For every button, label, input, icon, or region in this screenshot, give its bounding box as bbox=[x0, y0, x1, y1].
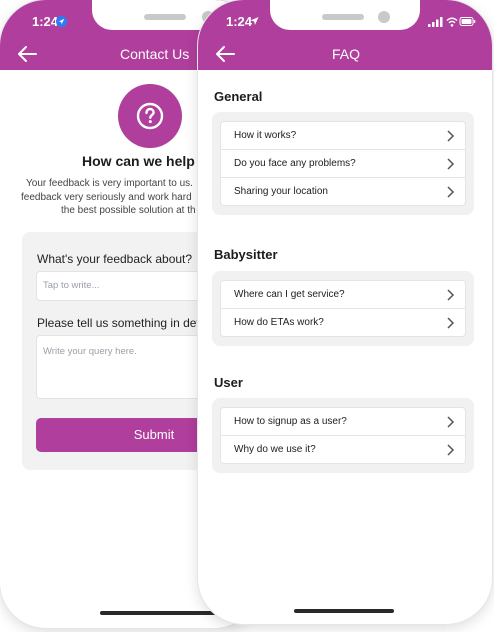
faq-item[interactable]: Sharing your location bbox=[220, 177, 466, 206]
home-indicator bbox=[294, 609, 394, 613]
location-arrow-icon bbox=[250, 16, 259, 26]
question-mark-icon bbox=[136, 102, 164, 130]
status-icons bbox=[428, 17, 476, 27]
faq-item[interactable]: Why do we use it? bbox=[220, 435, 466, 464]
faq-item-label: Why do we use it? bbox=[234, 444, 316, 455]
phone-camera bbox=[378, 11, 390, 23]
query-label: Please tell us something in det bbox=[37, 316, 200, 330]
page-title: Contact Us bbox=[120, 46, 190, 62]
chevron-right-icon bbox=[447, 289, 455, 301]
faq-item[interactable]: How to signup as a user? bbox=[220, 407, 466, 436]
back-arrow-icon[interactable] bbox=[214, 44, 236, 64]
help-heading: How can we help y bbox=[82, 153, 207, 169]
section-title-user: User bbox=[214, 375, 243, 390]
faq-item[interactable]: Do you face any problems? bbox=[220, 149, 466, 178]
chevron-right-icon bbox=[447, 317, 455, 329]
phone-notch bbox=[270, 0, 420, 30]
help-icon-circle bbox=[118, 84, 182, 148]
faq-item[interactable]: Where can I get service? bbox=[220, 280, 466, 309]
home-indicator bbox=[100, 611, 220, 615]
wifi-icon bbox=[446, 17, 458, 27]
faq-item-label: How it works? bbox=[234, 130, 297, 141]
faq-item-label: How to signup as a user? bbox=[234, 416, 347, 427]
chevron-right-icon bbox=[447, 444, 455, 456]
faq-item-label: How do ETAs work? bbox=[234, 317, 324, 328]
faq-group-user: How to signup as a user? Why do we use i… bbox=[212, 398, 474, 473]
chevron-right-icon bbox=[447, 158, 455, 170]
status-time: 1:24 bbox=[226, 14, 253, 29]
phone-speaker bbox=[144, 14, 186, 20]
battery-icon bbox=[459, 17, 476, 26]
chevron-right-icon bbox=[447, 130, 455, 142]
section-title-babysitter: Babysitter bbox=[214, 247, 278, 262]
faq-item-label: Sharing your location bbox=[234, 186, 328, 197]
chevron-right-icon bbox=[447, 416, 455, 428]
page-title: FAQ bbox=[332, 46, 361, 62]
section-title-general: General bbox=[214, 89, 263, 104]
feedback-about-label: What's your feedback about? bbox=[37, 252, 193, 266]
location-arrow-icon bbox=[56, 16, 67, 27]
chevron-right-icon bbox=[447, 186, 455, 198]
phone-speaker bbox=[322, 14, 364, 20]
faq-item[interactable]: How do ETAs work? bbox=[220, 308, 466, 337]
faq-screen: FAQ 1:24 General How it works? Do you fa… bbox=[198, 0, 492, 624]
faq-group-babysitter: Where can I get service? How do ETAs wor… bbox=[212, 271, 474, 346]
faq-group-general: How it works? Do you face any problems? … bbox=[212, 112, 474, 215]
faq-item[interactable]: How it works? bbox=[220, 121, 466, 150]
status-time: 1:24 bbox=[32, 14, 59, 29]
faq-item-label: Where can I get service? bbox=[234, 289, 345, 300]
signal-icon bbox=[428, 17, 443, 27]
back-arrow-icon[interactable] bbox=[16, 44, 38, 64]
faq-item-label: Do you face any problems? bbox=[234, 158, 356, 169]
